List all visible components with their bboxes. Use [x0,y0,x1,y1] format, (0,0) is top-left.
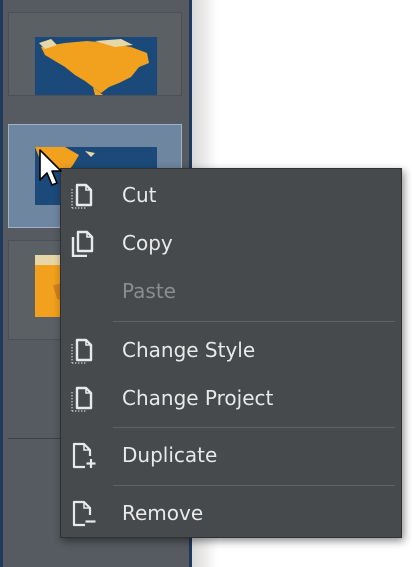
menu-item-duplicate[interactable]: Duplicate [61,435,401,475]
remove-icon [72,500,96,527]
app-window: Cut Copy Paste Change Style Change Proje… [0,0,412,567]
copy-icon [71,230,94,257]
menu-separator [113,321,395,322]
mouse-pointer-icon [39,149,62,186]
menu-separator [113,485,395,486]
slide-thumbnail-1[interactable] [8,12,182,96]
menu-item-remove[interactable]: Remove [61,493,401,533]
cut-icon [71,183,93,209]
menu-item-label: Paste [122,279,176,303]
menu-item-copy[interactable]: Copy [61,223,401,263]
menu-item-label: Copy [122,231,173,255]
menu-item-paste[interactable]: Paste [61,271,401,311]
menu-item-cut[interactable]: Cut [61,175,401,215]
menu-item-change-project[interactable]: Change Project [61,378,401,418]
menu-item-change-style[interactable]: Change Style [61,330,401,370]
map-thumbnail-image [35,37,157,95]
menu-separator [113,427,395,428]
menu-item-label: Duplicate [122,443,218,467]
menu-item-label: Remove [122,501,204,525]
menu-item-label: Change Project [122,386,274,410]
menu-item-label: Change Style [122,338,256,362]
context-menu: Cut Copy Paste Change Style Change Proje… [60,168,402,538]
menu-item-label: Cut [122,183,157,207]
change-project-icon [71,386,93,412]
change-style-icon [71,338,93,364]
duplicate-icon [72,442,96,469]
